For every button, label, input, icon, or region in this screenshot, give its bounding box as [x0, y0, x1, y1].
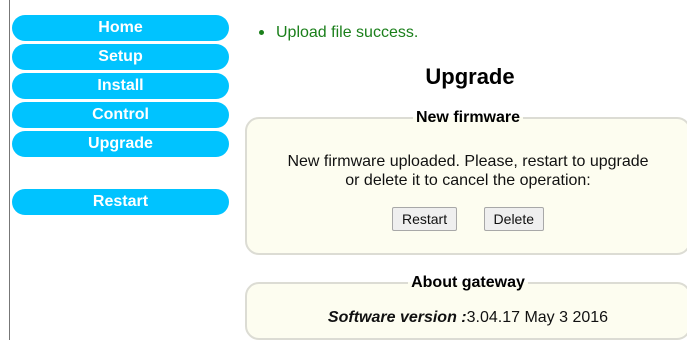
about-gateway-panel: About gateway Software version :3.04.17 …	[245, 274, 687, 340]
restart-button[interactable]: Restart	[391, 207, 458, 231]
nav-restart-button[interactable]: Restart	[12, 189, 229, 215]
software-version: Software version :3.04.17 May 3 2016	[247, 309, 687, 327]
new-firmware-legend: New firmware	[415, 109, 521, 126]
nav-home-button[interactable]: Home	[12, 15, 229, 41]
software-version-value: 3.04.17 May 3 2016	[466, 309, 609, 326]
sidebar-divider	[9, 0, 10, 340]
nav-control-button[interactable]: Control	[12, 102, 229, 128]
firmware-actions: Restart Delete	[247, 207, 687, 231]
firmware-message: New firmware uploaded. Please, restart t…	[247, 152, 687, 190]
status-message: Upload file success.	[259, 24, 418, 42]
firmware-message-line-1: New firmware uploaded. Please, restart t…	[287, 153, 649, 170]
nav-upgrade-button[interactable]: Upgrade	[12, 131, 229, 157]
bullet-icon	[259, 30, 264, 36]
software-version-label: Software version :	[327, 309, 467, 326]
nav-setup-button[interactable]: Setup	[12, 44, 229, 70]
about-gateway-legend: About gateway	[411, 274, 525, 291]
page-title: Upgrade	[425, 64, 515, 89]
firmware-message-line-2: or delete it to cancel the operation:	[345, 172, 591, 189]
sidebar-nav: Home Setup Install Control Upgrade Resta…	[12, 15, 229, 218]
nav-install-button[interactable]: Install	[12, 73, 229, 99]
delete-button[interactable]: Delete	[483, 207, 545, 231]
status-text: Upload file success.	[276, 24, 419, 41]
new-firmware-panel: New firmware New firmware uploaded. Plea…	[245, 109, 687, 255]
